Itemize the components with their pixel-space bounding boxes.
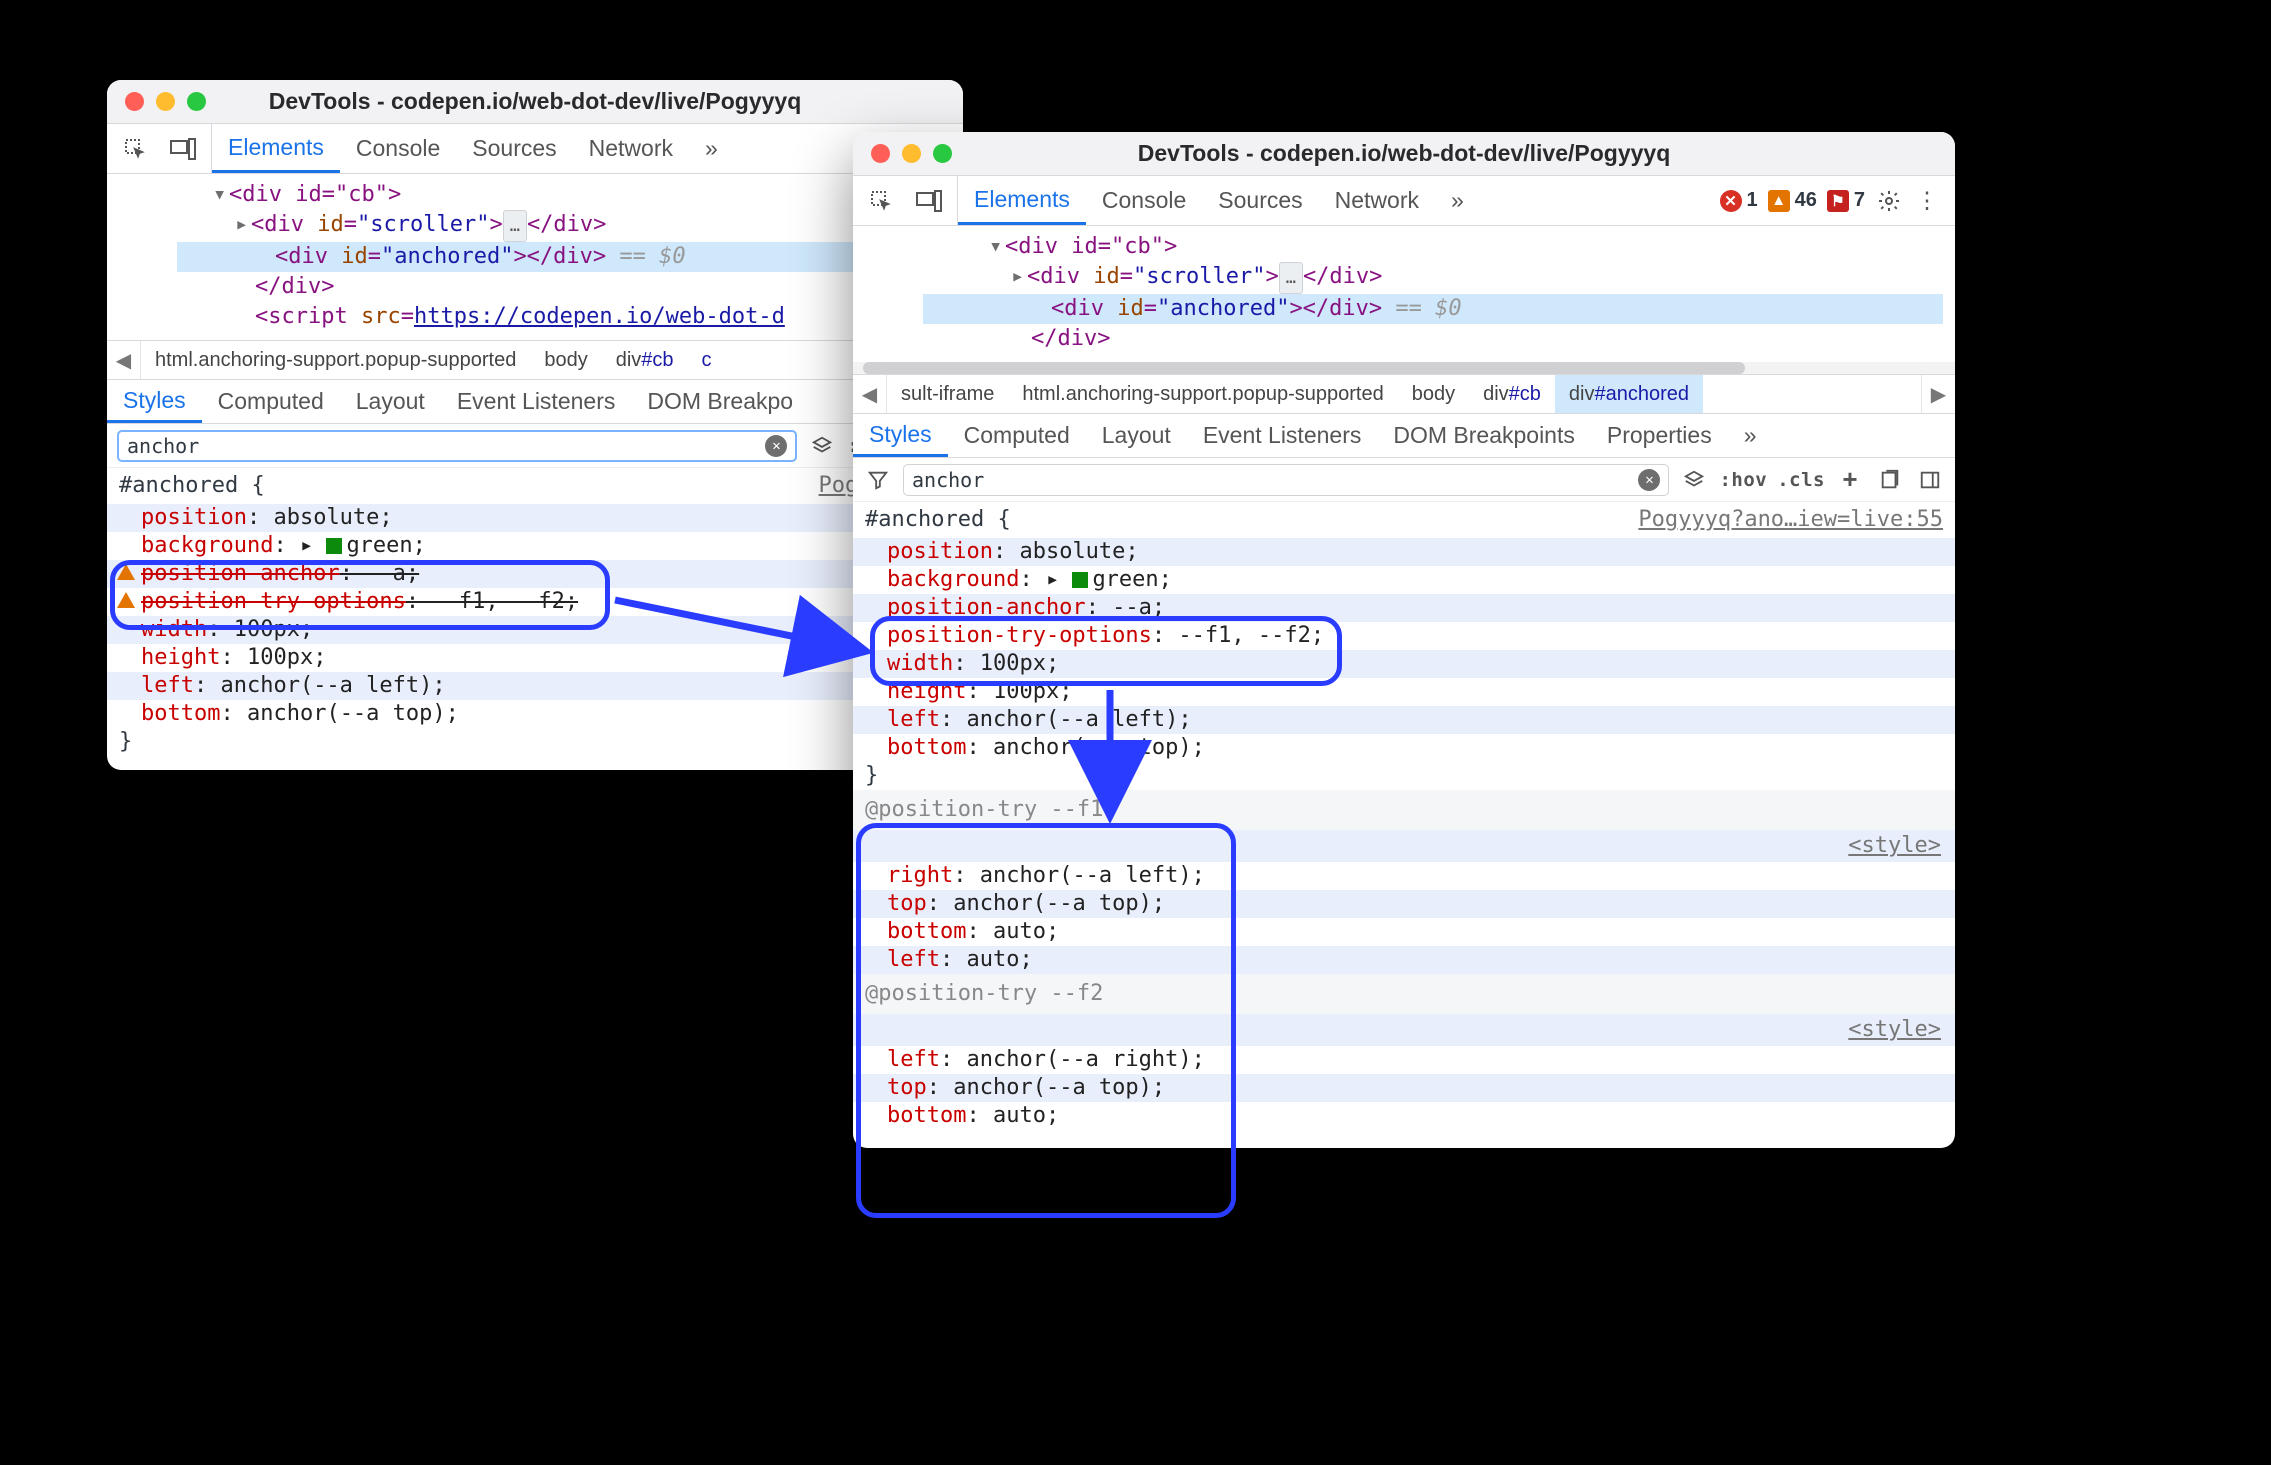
flag-count[interactable]: ⚑7 (1827, 189, 1865, 212)
tab-sources[interactable]: Sources (1202, 176, 1318, 225)
rule-source-link[interactable]: Pogyyyq?ano…iew=live:55 (1638, 506, 1943, 534)
style-source-link[interactable]: <style> (853, 830, 1955, 862)
color-swatch-icon[interactable] (1072, 572, 1088, 588)
dom-div-cb[interactable]: <div id="cb"> (1005, 234, 1177, 259)
devtools-window-before: DevTools - codepen.io/web-dot-dev/live/P… (107, 80, 963, 770)
device-icon[interactable] (169, 135, 197, 163)
tab-console[interactable]: Console (1086, 176, 1202, 225)
zoom-icon[interactable] (933, 144, 952, 163)
subtab-overflow[interactable]: » (1728, 414, 1773, 457)
warning-count[interactable]: ▲46 (1768, 189, 1817, 212)
copy-styles-icon[interactable] (1875, 465, 1905, 495)
subtab-layout[interactable]: Layout (1086, 414, 1187, 457)
warning-icon (117, 564, 135, 580)
rule-selector[interactable]: #anchored { (865, 506, 1011, 534)
crumb-scroll-right[interactable]: ▶ (1921, 375, 1955, 413)
more-icon[interactable]: ⋮ (1913, 187, 1941, 215)
devtools-window-after: DevTools - codepen.io/web-dot-dev/live/P… (853, 132, 1955, 1148)
error-count[interactable]: ✕1 (1720, 189, 1758, 212)
minimize-icon[interactable] (902, 144, 921, 163)
subtab-eventlisteners[interactable]: Event Listeners (441, 380, 632, 423)
settings-icon[interactable] (1875, 187, 1903, 215)
toggle-pane-icon[interactable] (1915, 465, 1945, 495)
subtab-eventlisteners[interactable]: Event Listeners (1187, 414, 1378, 457)
dom-tree[interactable]: ▾<div id="cb"> ▸<div id="scroller">…</di… (107, 174, 963, 340)
styles-pane[interactable]: #anchored {Pogyyyq?ano…iew=live:55 posit… (853, 502, 1955, 1148)
close-icon[interactable] (125, 92, 144, 111)
funnel-icon[interactable] (863, 465, 893, 495)
subtab-properties[interactable]: Properties (1591, 414, 1728, 457)
breadcrumb: ◀ html.anchoring-support.popup-supported… (107, 340, 963, 380)
tab-network[interactable]: Network (1319, 176, 1435, 225)
tab-overflow[interactable]: » (1435, 176, 1480, 225)
main-tabbar: Elements Console Sources Network » (107, 124, 963, 174)
styles-pane[interactable]: #anchored {Pogyyyq?an position: absolute… (107, 468, 963, 770)
clear-icon[interactable]: ✕ (1638, 469, 1660, 491)
tab-network[interactable]: Network (573, 124, 689, 173)
crumb-scroll-left[interactable]: ◀ (107, 341, 141, 379)
subtab-computed[interactable]: Computed (948, 414, 1086, 457)
tab-console[interactable]: Console (340, 124, 456, 173)
subtab-styles[interactable]: Styles (853, 414, 948, 457)
crumb-divanchored[interactable]: div#anchored (1555, 375, 1703, 413)
crumb-body[interactable]: body (1398, 375, 1469, 413)
position-try-rule-f1[interactable]: @position-try --f1 (853, 790, 1955, 830)
horizontal-scrollbar[interactable] (853, 362, 1955, 374)
subtab-dombreakpoints[interactable]: DOM Breakpoints (1377, 414, 1591, 457)
crumb-divcb[interactable]: div#cb (1469, 375, 1555, 413)
new-rule-icon[interactable]: + (1835, 465, 1865, 495)
filter-input[interactable]: anchor✕ (117, 430, 797, 462)
hov-toggle[interactable]: :hov (1719, 469, 1767, 491)
traffic-lights (871, 144, 952, 163)
tab-elements[interactable]: Elements (212, 124, 340, 173)
window-title: DevTools - codepen.io/web-dot-dev/live/P… (107, 88, 963, 115)
tab-sources[interactable]: Sources (456, 124, 572, 173)
styles-tabbar: Styles Computed Layout Event Listeners D… (853, 414, 1955, 458)
crumb-divcb[interactable]: div#cb (602, 341, 688, 379)
inspect-icon[interactable] (121, 135, 149, 163)
minimize-icon[interactable] (156, 92, 175, 111)
clear-icon[interactable]: ✕ (765, 435, 787, 457)
layers-icon[interactable] (807, 431, 837, 461)
subtab-layout[interactable]: Layout (340, 380, 441, 423)
color-swatch-icon[interactable] (326, 538, 342, 554)
filter-input[interactable]: anchor✕ (903, 464, 1669, 496)
layers-icon[interactable] (1679, 465, 1709, 495)
inspect-icon[interactable] (867, 187, 895, 215)
titlebar: DevTools - codepen.io/web-dot-dev/live/P… (853, 132, 1955, 176)
warning-icon (117, 592, 135, 608)
crumb-scroll-left[interactable]: ◀ (853, 375, 887, 413)
styles-filterbar: anchor✕ :hov .cls (107, 424, 963, 468)
tab-overflow[interactable]: » (689, 124, 734, 173)
crumb-more[interactable]: c (688, 341, 726, 379)
subtab-computed[interactable]: Computed (202, 380, 340, 423)
crumb-html[interactable]: html.anchoring-support.popup-supported (141, 341, 530, 379)
cls-toggle[interactable]: .cls (1777, 469, 1825, 491)
subtab-dombreakpoints[interactable]: DOM Breakpo (631, 380, 809, 423)
rule-selector[interactable]: #anchored { (119, 472, 265, 500)
crumb-iframe[interactable]: sult-iframe (887, 375, 1008, 413)
breadcrumb: ◀ sult-iframe html.anchoring-support.pop… (853, 374, 1955, 414)
styles-tabbar: Styles Computed Layout Event Listeners D… (107, 380, 963, 424)
crumb-body[interactable]: body (530, 341, 601, 379)
titlebar: DevTools - codepen.io/web-dot-dev/live/P… (107, 80, 963, 124)
traffic-lights (125, 92, 206, 111)
subtab-styles[interactable]: Styles (107, 380, 202, 423)
dom-div-cb[interactable]: <div id="cb"> (229, 182, 401, 207)
close-icon[interactable] (871, 144, 890, 163)
style-source-link[interactable]: <style> (853, 1014, 1955, 1046)
position-try-rule-f2[interactable]: @position-try --f2 (853, 974, 1955, 1014)
window-title: DevTools - codepen.io/web-dot-dev/live/P… (853, 140, 1955, 167)
tab-elements[interactable]: Elements (958, 176, 1086, 225)
zoom-icon[interactable] (187, 92, 206, 111)
device-icon[interactable] (915, 187, 943, 215)
crumb-html[interactable]: html.anchoring-support.popup-supported (1008, 375, 1397, 413)
styles-filterbar: anchor✕ :hov .cls + (853, 458, 1955, 502)
main-tabbar: Elements Console Sources Network » ✕1 ▲4… (853, 176, 1955, 226)
dom-tree[interactable]: ▾<div id="cb"> ▸<div id="scroller">…</di… (853, 226, 1955, 362)
